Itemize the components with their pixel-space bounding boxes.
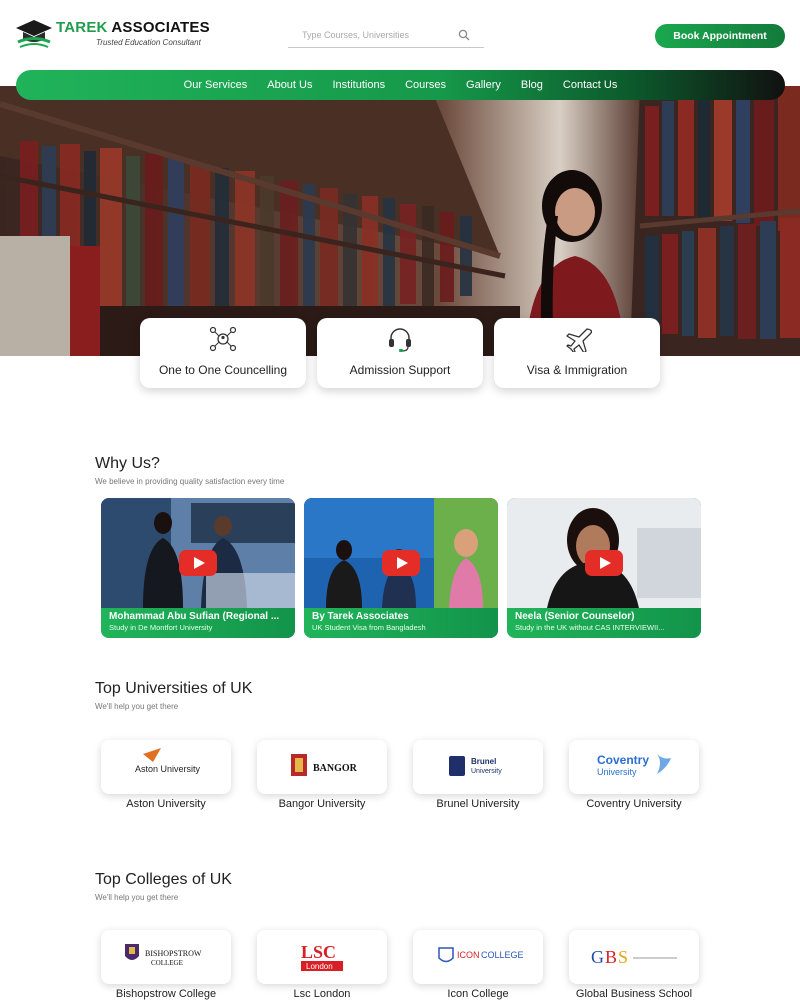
service-label: Admission Support — [349, 363, 451, 377]
college-name[interactable]: Bishopstrow College — [86, 988, 246, 1000]
site-header: TAREK ASSOCIATES Trusted Education Consu… — [0, 0, 800, 70]
college-card-icon[interactable]: ICON COLLEGE — [413, 930, 543, 984]
college-name[interactable]: Lsc London — [242, 988, 402, 1000]
brand-name: TAREK ASSOCIATES — [56, 19, 210, 36]
university-name[interactable]: Brunel University — [398, 798, 558, 810]
college-name[interactable]: Icon College — [398, 988, 558, 1000]
svg-text:Coventry: Coventry — [597, 753, 649, 767]
nav-item-contact-us[interactable]: Contact Us — [563, 79, 617, 91]
video-subtitle: Study in De Montfort University — [109, 623, 213, 632]
bangor-university-logo: BANGOR — [291, 754, 358, 776]
college-card-bishopstrow[interactable]: BISHOPSTROW COLLEGE — [101, 930, 231, 984]
service-label: Visa & Immigration — [526, 363, 628, 377]
university-card-aston[interactable]: Aston University — [101, 740, 231, 794]
university-card-coventry[interactable]: Coventry University — [569, 740, 699, 794]
youtube-play-icon[interactable] — [585, 550, 623, 576]
brunel-university-logo: Brunel University — [449, 756, 502, 776]
global-business-school-logo: G B S — [591, 947, 677, 967]
book-appointment-button[interactable]: Book Appointment — [655, 24, 785, 48]
service-card-visa[interactable]: Visa & Immigration — [494, 318, 660, 388]
svg-text:University: University — [471, 768, 502, 775]
college-name[interactable]: Global Business School — [554, 988, 714, 1000]
service-card-counselling[interactable]: One to One Councelling — [140, 318, 306, 388]
video-subtitle: UK Student Visa from Bangladesh — [312, 623, 426, 632]
svg-text:COLLEGE: COLLEGE — [151, 959, 183, 967]
college-card-gbs[interactable]: G B S — [569, 930, 699, 984]
svg-text:Brunel: Brunel — [471, 757, 496, 766]
search-input[interactable] — [288, 24, 458, 46]
youtube-play-icon[interactable] — [382, 550, 420, 576]
icon-college-logo: ICON COLLEGE — [438, 947, 524, 963]
university-name[interactable]: Aston University — [86, 798, 246, 810]
nav-item-about-us[interactable]: About Us — [267, 79, 312, 91]
svg-text:Aston University: Aston University — [135, 764, 201, 774]
video-title: By Tarek Associates — [312, 611, 409, 622]
svg-text:LSC: LSC — [301, 942, 336, 962]
bishopstrow-college-logo: BISHOPSTROW COLLEGE — [125, 944, 202, 967]
search-bar — [288, 24, 484, 48]
video-caption: Mohammad Abu Sufian (Regional ... Study … — [101, 608, 295, 638]
university-name[interactable]: Bangor University — [242, 798, 402, 810]
university-card-bangor[interactable]: BANGOR — [257, 740, 387, 794]
nav-item-blog[interactable]: Blog — [521, 79, 543, 91]
svg-text:COLLEGE: COLLEGE — [481, 950, 524, 960]
video-caption: Neela (Senior Counselor) Study in the UK… — [507, 608, 701, 638]
lsc-london-logo: LSC London — [301, 942, 343, 971]
universities-subtitle: We'll help you get there — [95, 702, 179, 711]
brand-tagline: Trusted Education Consultant — [96, 38, 201, 47]
hero-library-image — [0, 86, 800, 356]
youtube-play-icon[interactable] — [179, 550, 217, 576]
svg-text:London: London — [306, 962, 333, 971]
airplane-icon — [566, 328, 592, 352]
svg-text:B: B — [605, 947, 617, 967]
college-card-lsc[interactable]: LSC London — [257, 930, 387, 984]
colleges-subtitle: We'll help you get there — [95, 893, 179, 902]
video-title: Mohammad Abu Sufian (Regional ... — [109, 611, 280, 622]
video-title: Neela (Senior Counselor) — [515, 611, 635, 622]
nav-item-gallery[interactable]: Gallery — [466, 79, 501, 91]
brand-logo[interactable]: TAREK ASSOCIATES Trusted Education Consu… — [14, 16, 214, 52]
university-name[interactable]: Coventry University — [554, 798, 714, 810]
coventry-university-logo: Coventry University — [597, 753, 671, 777]
video-card[interactable]: Neela (Senior Counselor) Study in the UK… — [507, 498, 701, 638]
colleges-title: Top Colleges of UK — [95, 871, 232, 888]
video-caption: By Tarek Associates UK Student Visa from… — [304, 608, 498, 638]
why-us-title: Why Us? — [95, 455, 160, 472]
search-icon[interactable] — [458, 29, 470, 41]
svg-text:S: S — [618, 947, 628, 967]
nav-item-our-services[interactable]: Our Services — [184, 79, 248, 91]
why-us-subtitle: We believe in providing quality satisfac… — [95, 477, 285, 486]
svg-text:G: G — [591, 947, 604, 967]
video-subtitle: Study in the UK without CAS INTERVIEWII.… — [515, 623, 665, 632]
graduation-cap-icon — [16, 20, 52, 48]
university-card-brunel[interactable]: Brunel University — [413, 740, 543, 794]
video-card[interactable]: By Tarek Associates UK Student Visa from… — [304, 498, 498, 638]
service-card-admission[interactable]: Admission Support — [317, 318, 483, 388]
service-label: One to One Councelling — [158, 363, 288, 377]
svg-text:University: University — [597, 767, 637, 777]
svg-text:BISHOPSTROW: BISHOPSTROW — [145, 949, 202, 958]
universities-title: Top Universities of UK — [95, 680, 253, 697]
hero-library-illustration — [0, 86, 800, 356]
nav-item-courses[interactable]: Courses — [405, 79, 446, 91]
headset-icon — [389, 328, 411, 352]
svg-text:ICON: ICON — [457, 950, 480, 960]
svg-text:BANGOR: BANGOR — [313, 763, 358, 774]
video-card[interactable]: Mohammad Abu Sufian (Regional ... Study … — [101, 498, 295, 638]
network-people-icon — [209, 326, 237, 352]
aston-university-logo: Aston University — [135, 748, 201, 774]
main-nav: Our Services About Us Institutions Cours… — [16, 70, 785, 100]
nav-item-institutions[interactable]: Institutions — [332, 79, 385, 91]
